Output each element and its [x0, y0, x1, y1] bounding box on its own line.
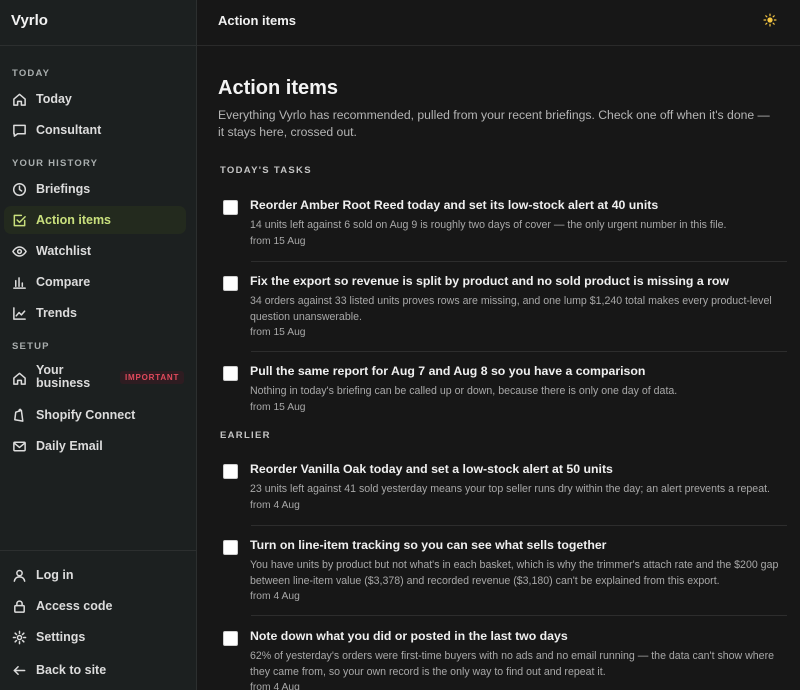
sidebar-item-label: Access code [36, 599, 113, 613]
divider [0, 45, 196, 46]
brand-logo[interactable]: Vyrlo [11, 12, 48, 29]
task-body: You have units by product but not what's… [250, 559, 779, 587]
sidebar-item-label: Log in [36, 568, 74, 582]
sidebar-item-label: Consultant [36, 123, 102, 137]
task-title: Reorder Amber Root Reed today and set it… [250, 198, 659, 212]
sidebar-item-briefings[interactable]: Briefings [4, 175, 186, 203]
main-content: Action items Everything Vyrlo has recomm… [197, 47, 800, 690]
sidebar-item-label: Back to site [36, 663, 107, 677]
divider [251, 351, 787, 352]
divider [251, 615, 787, 616]
user-icon [13, 569, 26, 582]
home-icon [13, 93, 26, 106]
section-label-today: TODAY [12, 68, 51, 79]
top-bar-title: Action items [218, 13, 297, 28]
task-source-date: from 4 Aug [250, 682, 300, 690]
section-label-setup: SETUP [12, 341, 50, 352]
sidebar-item-label: Daily Email [36, 439, 103, 453]
sidebar-item-label: Shopify Connect [36, 408, 136, 422]
sidebar: Vyrlo TODAY Today Consultant YOUR HISTOR… [0, 0, 197, 690]
divider [251, 525, 787, 526]
task-checkbox[interactable] [223, 276, 238, 291]
sidebar-item-label: Briefings [36, 182, 91, 196]
task-source-date: from 15 Aug [250, 402, 306, 413]
task-checkbox[interactable] [223, 540, 238, 555]
divider [251, 261, 787, 262]
chat-icon [13, 124, 26, 137]
sidebar-item-label: Settings [36, 630, 86, 644]
group-label-earlier: EARLIER [220, 430, 271, 441]
store-icon [13, 372, 26, 385]
task-source-date: from 4 Aug [250, 591, 300, 602]
sidebar-item-compare[interactable]: Compare [4, 268, 186, 296]
shopify-icon [14, 408, 24, 422]
task-checkbox[interactable] [223, 464, 238, 479]
sidebar-item-label: Today [36, 92, 72, 106]
sidebar-item-label: Watchlist [36, 244, 92, 258]
gear-icon [12, 630, 27, 645]
trend-icon [13, 307, 26, 320]
task-body: 62% of yesterday's orders were first-tim… [250, 650, 774, 678]
section-label-history: YOUR HISTORY [12, 158, 99, 169]
sidebar-item-label: Your business [36, 363, 91, 390]
sidebar-item-back-to-site[interactable]: Back to site [4, 656, 186, 684]
task-source-date: from 15 Aug [250, 236, 306, 247]
task-title: Fix the export so revenue is split by pr… [250, 274, 729, 288]
arrow-left-icon [13, 666, 26, 675]
sidebar-item-label: Compare [36, 275, 91, 289]
sidebar-item-shopify-connect[interactable]: Shopify Connect [4, 401, 186, 429]
checkbox-icon [13, 214, 26, 227]
sidebar-item-your-business[interactable]: Your business IMPORTANT [4, 360, 186, 396]
task-body: Nothing in today's briefing can be calle… [250, 385, 678, 397]
important-badge: IMPORTANT [120, 371, 185, 384]
divider [0, 550, 196, 551]
sidebar-item-access-code[interactable]: Access code [4, 592, 186, 620]
task-checkbox[interactable] [223, 200, 238, 215]
task-title: Pull the same report for Aug 7 and Aug 8… [250, 364, 646, 378]
task-body: 34 orders against 33 listed units proves… [250, 295, 772, 323]
top-bar: Action items [197, 0, 800, 46]
task-body: 14 units left against 6 sold on Aug 9 is… [250, 219, 727, 231]
sun-icon[interactable] [763, 13, 777, 27]
task-checkbox[interactable] [223, 631, 238, 646]
sidebar-item-action-items[interactable]: Action items [4, 206, 186, 234]
task-checkbox[interactable] [223, 366, 238, 381]
sidebar-item-log-in[interactable]: Log in [4, 561, 186, 589]
task-source-date: from 15 Aug [250, 327, 306, 338]
mail-icon [13, 441, 26, 452]
clock-icon [12, 182, 27, 197]
page-description: Everything Vyrlo has recommended, pulled… [218, 108, 770, 139]
page-title: Action items [218, 77, 339, 99]
sidebar-item-label: Action items [36, 213, 112, 227]
group-label-todays-tasks: TODAY'S TASKS [220, 165, 312, 176]
lock-icon [14, 600, 25, 613]
sidebar-item-trends[interactable]: Trends [4, 299, 186, 327]
sidebar-item-settings[interactable]: Settings [4, 623, 186, 651]
sidebar-item-daily-email[interactable]: Daily Email [4, 432, 186, 460]
sidebar-item-watchlist[interactable]: Watchlist [4, 237, 186, 265]
task-source-date: from 4 Aug [250, 500, 300, 511]
task-title: Note down what you did or posted in the … [250, 629, 568, 643]
task-title: Reorder Vanilla Oak today and set a low-… [250, 462, 613, 476]
task-title: Turn on line-item tracking so you can se… [250, 538, 607, 552]
eye-icon [12, 246, 27, 257]
bar-chart-icon [13, 277, 26, 289]
task-body: 23 units left against 41 sold yesterday … [250, 483, 770, 495]
sidebar-item-today[interactable]: Today [4, 85, 186, 113]
sidebar-item-consultant[interactable]: Consultant [4, 116, 186, 144]
sidebar-item-label: Trends [36, 306, 77, 320]
